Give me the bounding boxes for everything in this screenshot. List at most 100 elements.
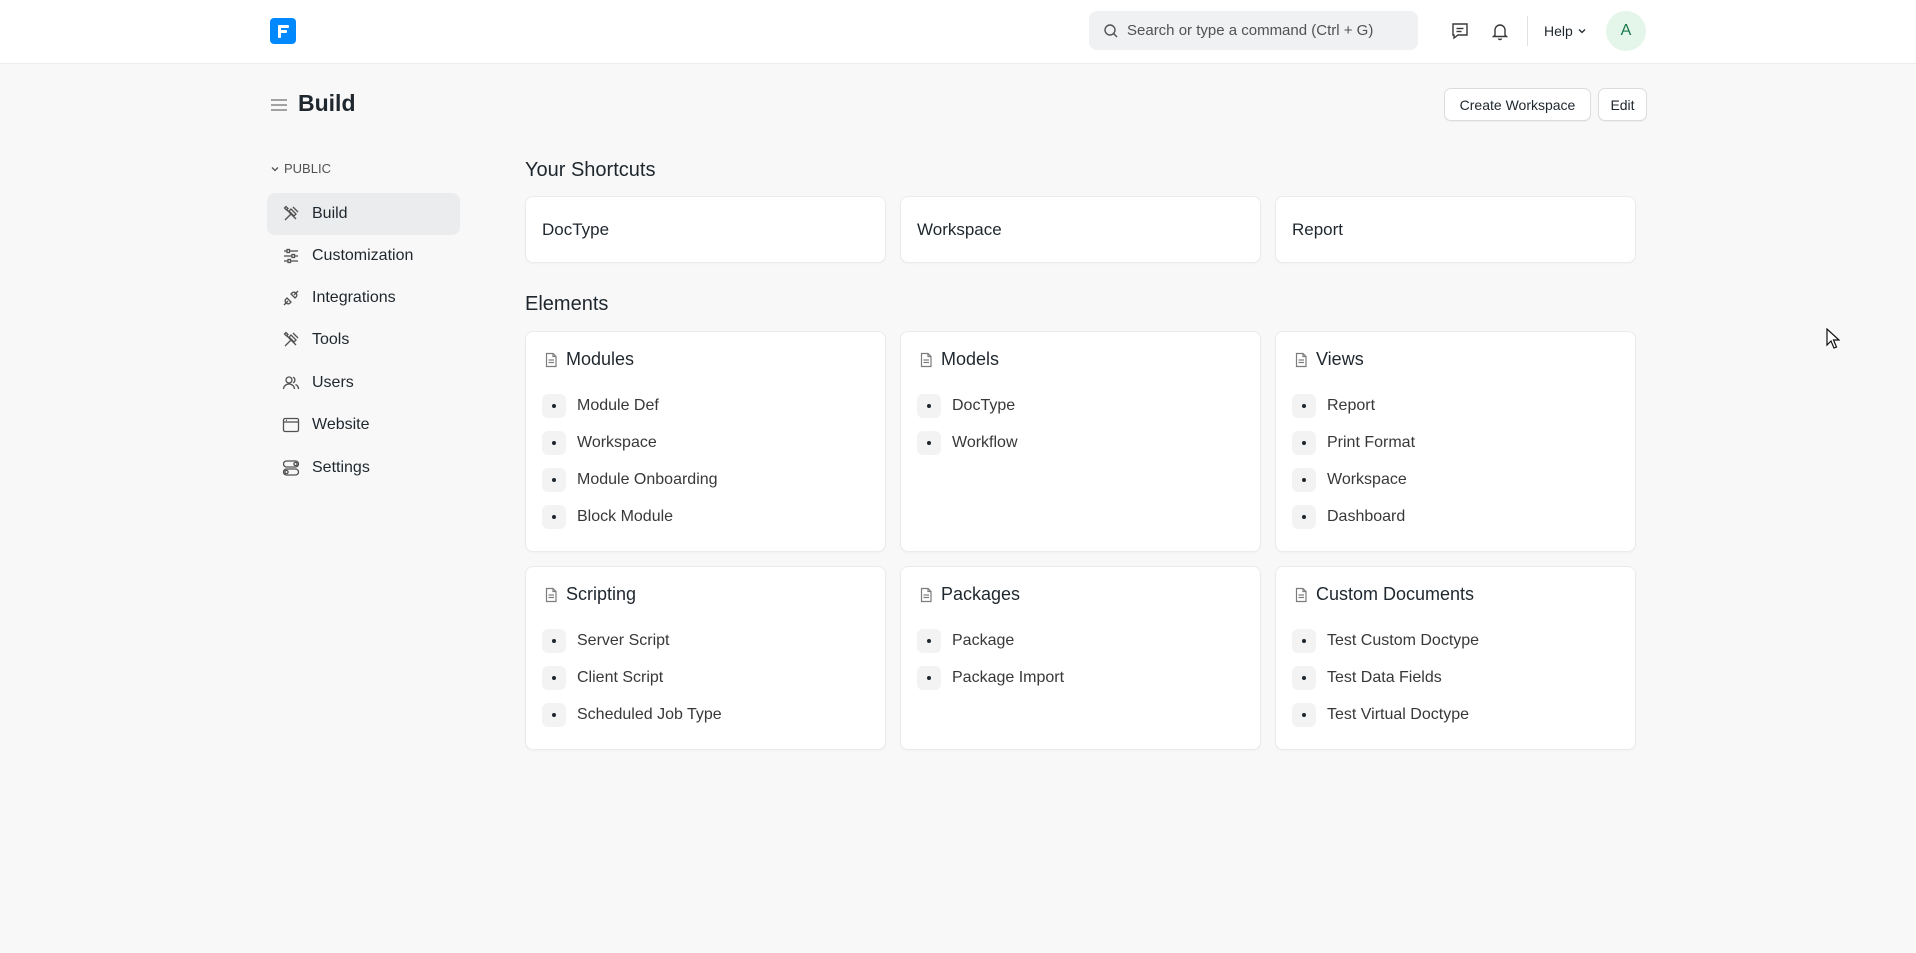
card-link-label: Block Module (577, 507, 674, 525)
card-link[interactable]: DocType (917, 387, 1018, 424)
sidebar-item-customization[interactable]: Customization (267, 235, 460, 277)
document-icon (920, 587, 932, 603)
avatar[interactable]: A (1606, 11, 1646, 51)
card-link-label: Scheduled Job Type (577, 705, 722, 723)
page-title: Build (298, 90, 356, 116)
card-link[interactable]: Test Data Fields (1292, 659, 1479, 696)
navbar: Help A (0, 0, 1916, 64)
card-link[interactable]: Workspace (542, 424, 718, 461)
card-link[interactable]: Client Script (542, 659, 722, 696)
sidebar-item-label: Build (312, 205, 348, 222)
sidebar-item-website[interactable]: Website (267, 404, 460, 446)
sidebar-section-label: PUBLIC (284, 161, 331, 176)
card-link[interactable]: Workflow (917, 424, 1018, 461)
sliders-icon (284, 248, 298, 264)
card-link-list: DocType Workflow (917, 387, 1018, 461)
sidebar-item-label: Users (312, 374, 354, 391)
browser-icon (282, 417, 300, 433)
card-link-label: Workflow (952, 433, 1018, 451)
bullet-icon (1292, 504, 1316, 529)
card-link-list: Server Script Client Script Scheduled Job … (542, 622, 722, 733)
bell-icon[interactable] (1489, 20, 1511, 42)
card-link[interactable]: Test Custom Doctype (1292, 622, 1479, 659)
sidebar-item-tools[interactable]: Tools (267, 319, 460, 361)
sidebar-item-label: Tools (312, 331, 350, 348)
sidebar-item-integrations[interactable]: Integrations (267, 277, 460, 319)
shortcut-card-report[interactable]: Report (1275, 196, 1636, 263)
bullet-icon (917, 628, 941, 653)
shortcut-label: Workspace (917, 220, 1002, 239)
help-label: Help (1544, 23, 1573, 39)
frappe-logo-icon[interactable] (270, 18, 296, 44)
chat-icon[interactable] (1449, 20, 1471, 42)
card-link[interactable]: Workspace (1292, 461, 1415, 498)
bullet-icon (542, 467, 566, 492)
card-link-list: Module Def Workspace Module Onboarding Bloc… (542, 387, 718, 535)
card-link-label: Module Def (577, 396, 659, 414)
chevron-down-icon (1578, 29, 1586, 34)
document-icon (545, 352, 557, 368)
shortcut-label: Report (1292, 220, 1344, 239)
mouse-cursor-icon (1826, 328, 1840, 349)
bullet-icon (1292, 393, 1316, 418)
sidebar-item-users[interactable]: Users (267, 362, 460, 404)
document-icon (545, 587, 557, 603)
card-link[interactable]: Print Format (1292, 424, 1415, 461)
card-link-list: Report Print Format Workspace Dashboard (1292, 387, 1415, 535)
card-link[interactable]: Block Module (542, 498, 718, 535)
card-link[interactable]: Module Onboarding (542, 461, 718, 498)
toggles-icon (282, 460, 300, 476)
card-link-label: Package (952, 631, 1015, 649)
bullet-icon (542, 628, 566, 653)
tools-icon (283, 205, 299, 221)
bullet-icon (542, 665, 566, 690)
card-link-label: Package Import (952, 668, 1065, 686)
bullet-icon (1292, 628, 1316, 653)
search-icon (1104, 24, 1118, 38)
edit-button[interactable]: Edit (1598, 88, 1647, 121)
card-link[interactable]: Package (917, 622, 1064, 659)
card-link[interactable]: Report (1292, 387, 1415, 424)
card-title: Views (1316, 349, 1364, 369)
create-workspace-button[interactable]: Create Workspace (1444, 88, 1591, 121)
card-link[interactable]: Dashboard (1292, 498, 1415, 535)
card-link[interactable]: Test Virtual Doctype (1292, 696, 1479, 733)
document-icon (1295, 352, 1307, 368)
element-card-scripting: Scripting Server Script Client Script Sched… (525, 566, 886, 750)
card-link[interactable]: Module Def (542, 387, 718, 424)
card-link-label: DocType (952, 396, 1016, 414)
card-link[interactable]: Scheduled Job Type (542, 696, 722, 733)
card-title: Custom Documents (1316, 584, 1475, 604)
card-link-label: Workspace (1327, 470, 1407, 488)
element-card-modules: Modules Module Def Workspace Module Onboard… (525, 331, 886, 552)
elements-title: Elements (525, 293, 609, 315)
search-input[interactable] (1127, 11, 1407, 50)
element-card-views: Views Report Print Format Workspace Dashboar… (1275, 331, 1636, 552)
sidebar-section-toggle[interactable]: PUBLIC (270, 161, 331, 176)
card-link-label: Print Format (1327, 433, 1416, 451)
element-card-custom-documents: Custom Documents Test Custom Doctype Test … (1275, 566, 1636, 750)
bullet-icon (1292, 467, 1316, 492)
bullet-icon (542, 702, 566, 727)
document-icon (1295, 587, 1307, 603)
sidebar-item-settings[interactable]: Settings (267, 447, 460, 489)
shortcut-card-workspace[interactable]: Workspace (900, 196, 1261, 263)
sidebar-toggle-icon[interactable] (270, 97, 288, 113)
card-link-label: Report (1327, 396, 1376, 414)
shortcut-label: DocType (542, 220, 610, 239)
card-link[interactable]: Server Script (542, 622, 722, 659)
search-bar[interactable] (1089, 11, 1418, 50)
sidebar-item-build[interactable]: Build (267, 193, 460, 235)
card-title: Modules (566, 349, 635, 369)
card-link-label: Client Script (577, 668, 664, 686)
bullet-icon (542, 430, 566, 455)
bullet-icon (1292, 702, 1316, 727)
card-link[interactable]: Package Import (917, 659, 1064, 696)
card-link-label: Test Virtual Doctype (1327, 705, 1469, 723)
card-link-label: Test Custom Doctype (1327, 631, 1480, 649)
help-dropdown[interactable]: Help (1544, 21, 1587, 41)
shortcut-card-doctype[interactable]: DocType (525, 196, 886, 263)
card-title: Packages (941, 584, 1021, 604)
card-link-list: Package Package Import (917, 622, 1064, 696)
bullet-icon (542, 504, 566, 529)
